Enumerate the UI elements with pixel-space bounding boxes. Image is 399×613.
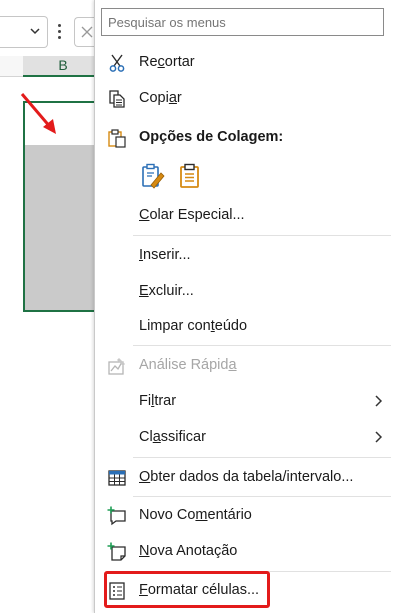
- menu-item-filter[interactable]: Filtrar: [95, 384, 399, 418]
- menu-item-sort[interactable]: Classificar: [95, 420, 399, 454]
- menu-item-new-note[interactable]: Nova Anotação: [95, 534, 399, 568]
- paste-icon[interactable]: [178, 163, 202, 189]
- note-icon: [107, 542, 126, 561]
- menu-item-delete[interactable]: Excluir...: [95, 274, 399, 308]
- menu-item-clear-contents[interactable]: Limpar conteúdo: [95, 309, 399, 343]
- menu-item-new-comment[interactable]: Novo Comentário: [95, 498, 399, 532]
- quick-analysis-icon: [108, 358, 125, 375]
- menu-separator: [133, 235, 391, 236]
- chevron-right-icon: [375, 395, 383, 407]
- chevron-down-icon[interactable]: [29, 25, 41, 37]
- menu-item-copy[interactable]: Copiar: [95, 81, 399, 115]
- menu-separator: [133, 345, 391, 346]
- menu-item-label: Copiar: [139, 90, 182, 106]
- column-header-a[interactable]: [0, 56, 24, 76]
- menu-item-label: Novo Comentário: [139, 507, 252, 523]
- scissors-icon: [109, 54, 125, 72]
- menu-item-label: Inserir...: [139, 247, 191, 263]
- name-box[interactable]: [0, 16, 48, 48]
- red-arrow-annotation: [20, 93, 56, 134]
- copy-icon: [109, 90, 125, 108]
- comment-icon: [107, 506, 126, 526]
- menu-item-label: Recortar: [139, 54, 195, 70]
- paste-options-row: [138, 163, 208, 189]
- highlight-box-annotation: [104, 571, 270, 608]
- close-icon: [81, 26, 93, 38]
- menu-item-insert[interactable]: Inserir...: [95, 238, 399, 272]
- menu-item-get-data[interactable]: Obter dados da tabela/intervalo...: [95, 460, 399, 494]
- table-icon: [108, 470, 126, 486]
- menu-item-quick-analysis: Análise Rápida: [95, 348, 399, 382]
- menu-item-label: Análise Rápida: [139, 357, 237, 373]
- clipboard-icon: [108, 129, 126, 148]
- menu-item-label: Obter dados da tabela/intervalo...: [139, 469, 354, 485]
- paste-options-title: Opções de Colagem:: [139, 129, 284, 145]
- paste-formatting-icon[interactable]: [141, 163, 165, 189]
- menu-item-label: Excluir...: [139, 283, 194, 299]
- chevron-right-icon: [375, 431, 383, 443]
- menu-item-cut[interactable]: Recortar: [95, 45, 399, 79]
- more-options-icon[interactable]: [52, 17, 66, 45]
- menu-item-label: Limpar conteúdo: [139, 318, 248, 334]
- menu-separator: [133, 457, 391, 458]
- column-header-label: B: [58, 57, 68, 73]
- paste-options-header: Opções de Colagem:: [95, 120, 399, 154]
- selected-range-fill: [25, 145, 101, 310]
- search-menus-input[interactable]: [101, 8, 384, 36]
- menu-item-label: Filtrar: [139, 393, 177, 409]
- column-header-b[interactable]: B: [23, 56, 103, 77]
- menu-separator: [133, 496, 391, 497]
- menu-item-paste-special[interactable]: Colar Especial...: [95, 198, 399, 232]
- menu-item-label: Nova Anotação: [139, 543, 238, 559]
- menu-item-label: Classificar: [139, 429, 206, 445]
- menu-item-label: Colar Especial...: [139, 207, 245, 223]
